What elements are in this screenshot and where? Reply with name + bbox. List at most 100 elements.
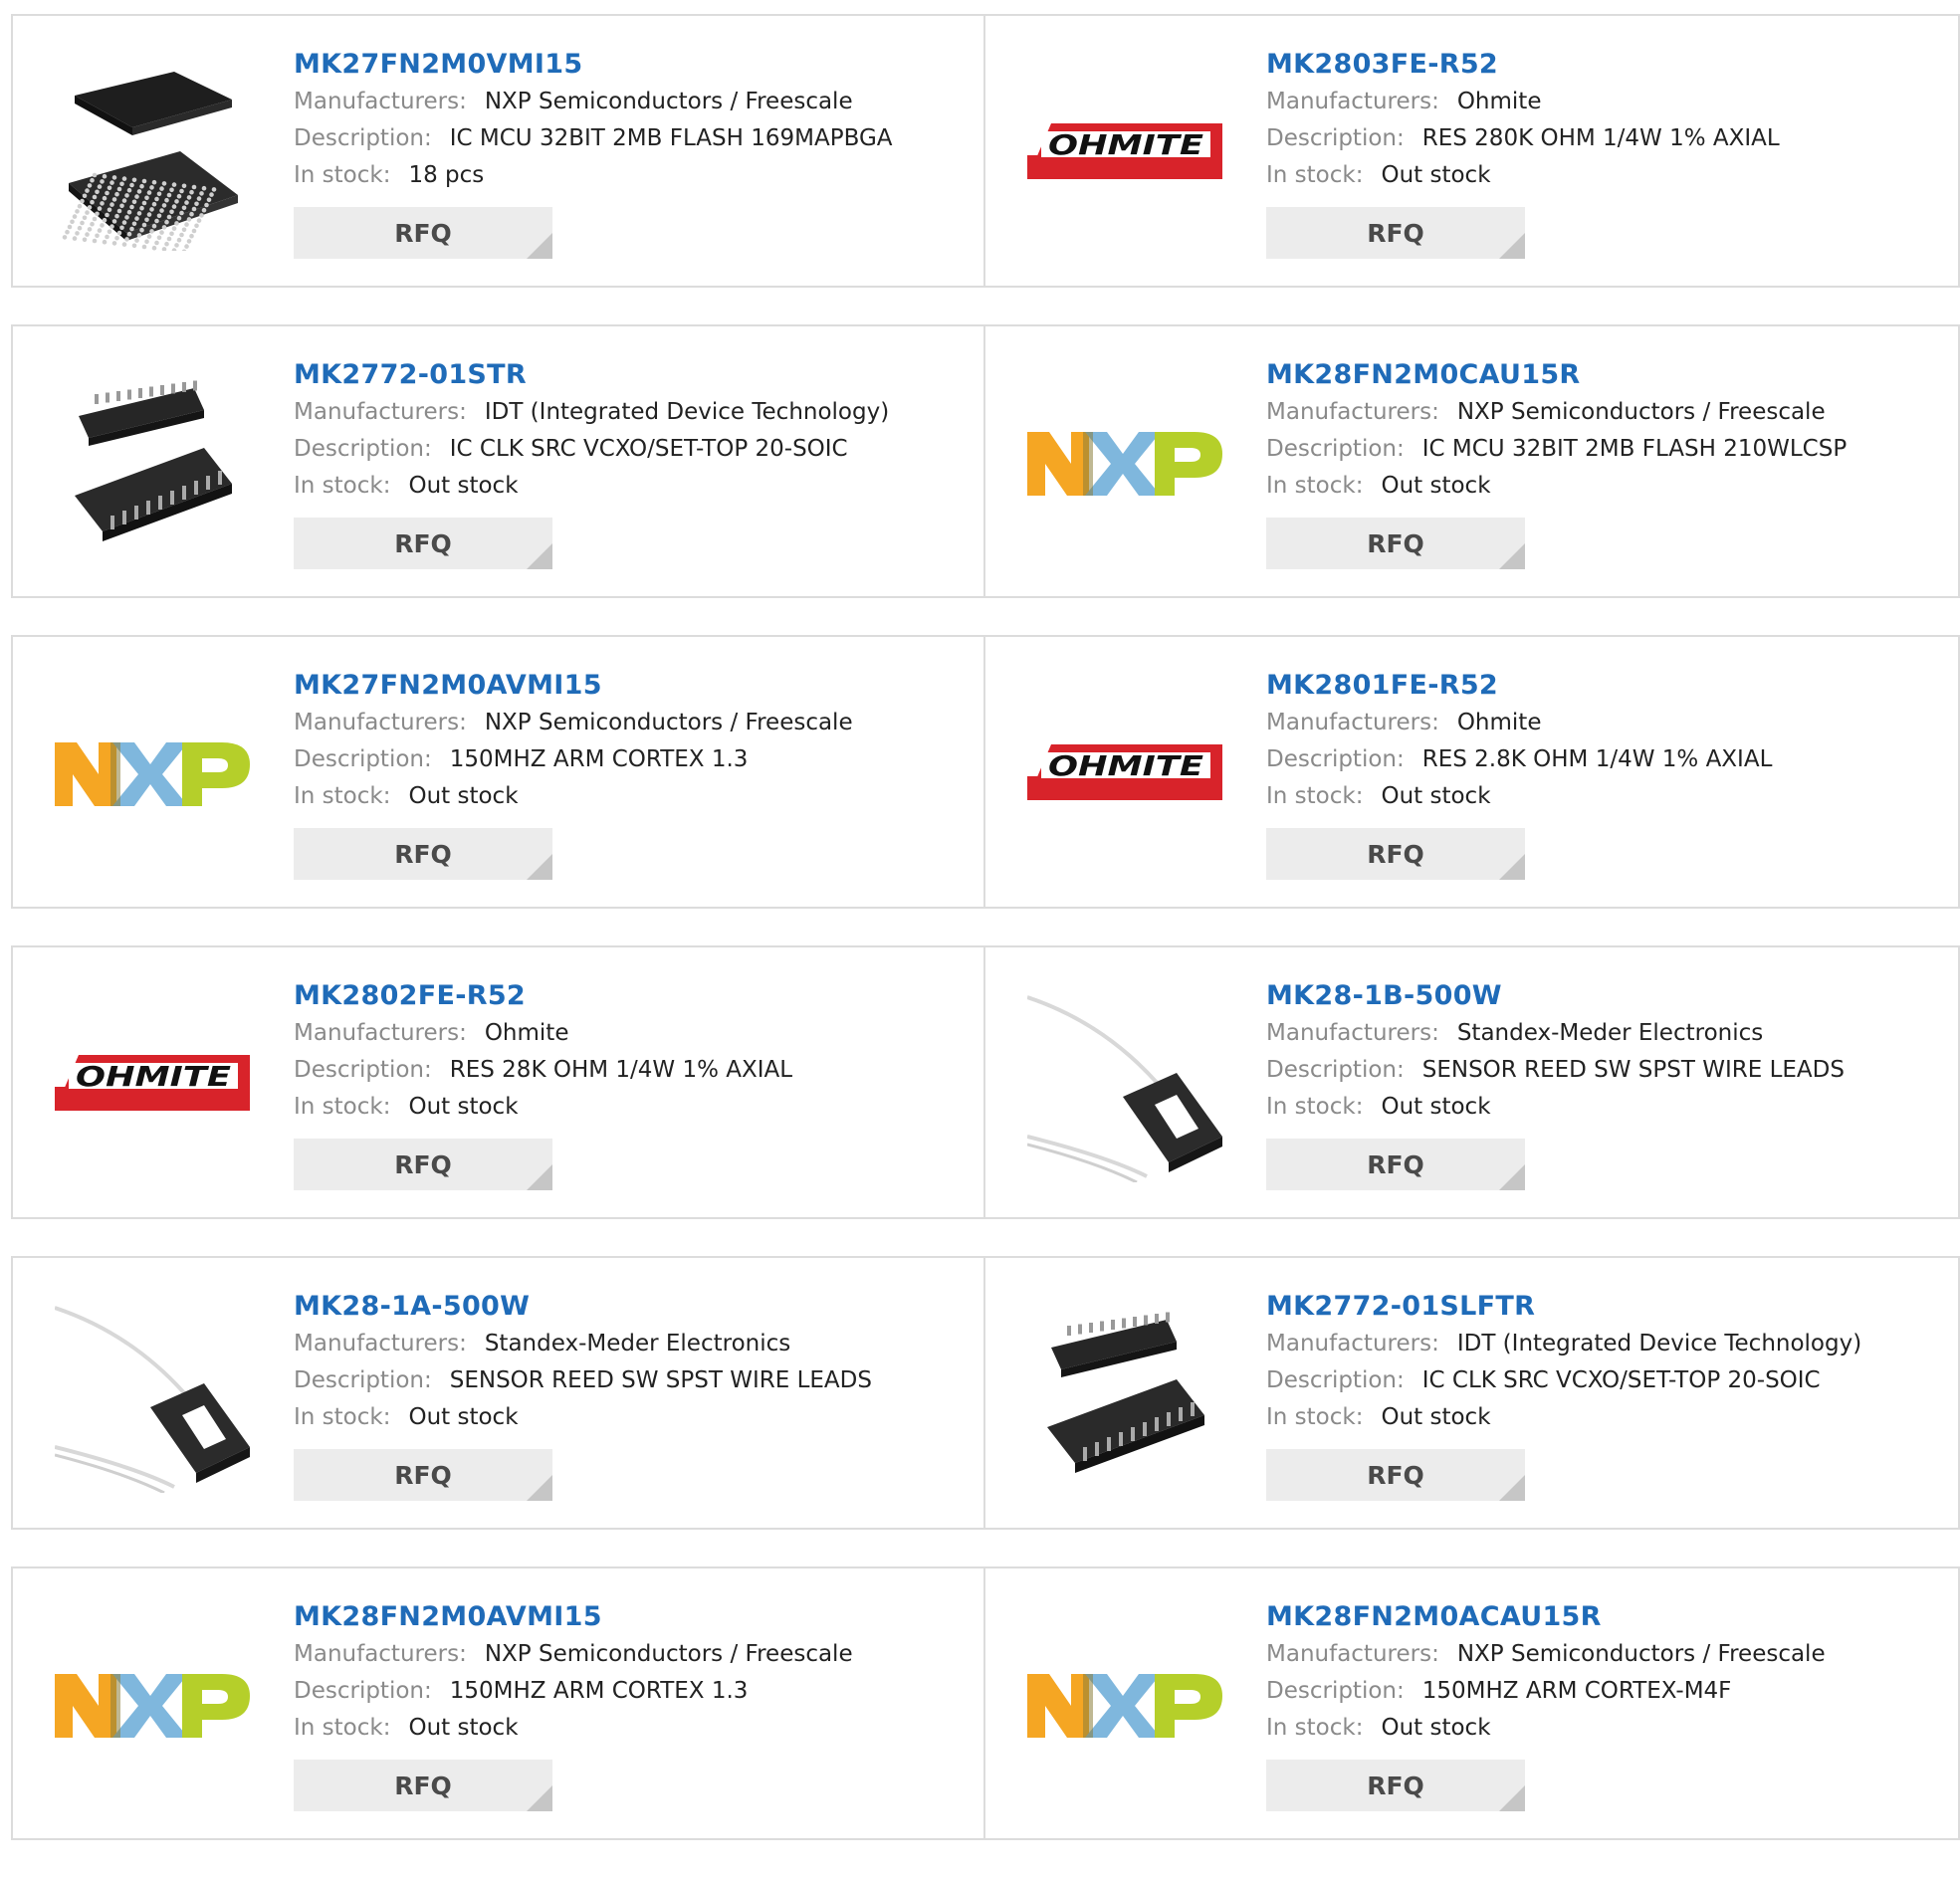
stock-value: Out stock xyxy=(1381,1094,1491,1120)
part-number-link[interactable]: MK2801FE-R52 xyxy=(1266,667,1938,705)
product-image[interactable] xyxy=(53,1606,252,1805)
stock-row: In stock: Out stock xyxy=(1266,157,1938,194)
description-row: Description: IC MCU 32BIT 2MB FLASH 169MA… xyxy=(294,120,964,157)
product-card: MK2772-01SLFTR Manufacturers: IDT (Integr… xyxy=(983,1256,1960,1530)
manufacturer-row: Manufacturers: Standex-Meder Electronics xyxy=(1266,1015,1938,1052)
corner-accent xyxy=(527,543,552,569)
soic-chip-icon xyxy=(75,380,232,541)
part-number-link[interactable]: MK27FN2M0VMI15 xyxy=(294,46,964,84)
reed-sensor-icon xyxy=(55,1306,250,1493)
part-number-link[interactable]: MK2772-01SLFTR xyxy=(1266,1288,1938,1326)
in-stock-label: In stock: xyxy=(294,783,391,809)
stock-row: In stock: Out stock xyxy=(294,1710,964,1747)
ohmite-logo-text: OHMITE xyxy=(1048,749,1203,782)
rfq-button[interactable]: RFQ xyxy=(294,1449,552,1501)
product-image[interactable] xyxy=(1025,1296,1224,1495)
description-value: 150MHZ ARM CORTEX 1.3 xyxy=(449,746,749,772)
product-image[interactable]: OHMITE xyxy=(53,985,252,1184)
in-stock-label: In stock: xyxy=(1266,783,1364,809)
product-card: MK28FN2M0AVMI15 Manufacturers: NXP Semico… xyxy=(11,1566,985,1840)
manufacturer-row: Manufacturers: Ohmite xyxy=(1266,84,1938,120)
part-number-link[interactable]: MK2803FE-R52 xyxy=(1266,46,1938,84)
product-image[interactable] xyxy=(53,364,252,563)
manufacturers-label: Manufacturers: xyxy=(1266,1641,1439,1667)
ohmite-logo-icon: OHMITE xyxy=(1027,123,1222,179)
manufacturer-value: NXP Semiconductors / Freescale xyxy=(484,710,853,735)
rfq-button[interactable]: RFQ xyxy=(1266,1139,1525,1190)
product-card: MK27FN2M0VMI15 Manufacturers: NXP Semicon… xyxy=(11,14,985,288)
soic-chip-icon xyxy=(1047,1312,1204,1473)
product-row: MK28FN2M0AVMI15 Manufacturers: NXP Semico… xyxy=(11,1566,1960,1840)
rfq-button[interactable]: RFQ xyxy=(294,828,552,880)
description-row: Description: RES 2.8K OHM 1/4W 1% AXIAL xyxy=(1266,741,1938,778)
rfq-button[interactable]: RFQ xyxy=(1266,1449,1525,1501)
product-info: MK27FN2M0VMI15 Manufacturers: NXP Semicon… xyxy=(294,46,964,259)
corner-accent xyxy=(527,233,552,259)
rfq-button[interactable]: RFQ xyxy=(294,1139,552,1190)
product-image[interactable]: OHMITE xyxy=(1025,54,1224,253)
product-info: MK27FN2M0AVMI15 Manufacturers: NXP Semico… xyxy=(294,667,964,880)
manufacturers-label: Manufacturers: xyxy=(1266,1020,1439,1046)
part-number-link[interactable]: MK2802FE-R52 xyxy=(294,977,964,1015)
corner-accent xyxy=(1499,1785,1525,1811)
rfq-button[interactable]: RFQ xyxy=(294,1760,552,1811)
rfq-button[interactable]: RFQ xyxy=(294,518,552,569)
description-row: Description: RES 280K OHM 1/4W 1% AXIAL xyxy=(1266,120,1938,157)
product-image[interactable] xyxy=(1025,364,1224,563)
part-number-link[interactable]: MK28FN2M0ACAU15R xyxy=(1266,1598,1938,1636)
rfq-label: RFQ xyxy=(1367,839,1424,869)
part-number-link[interactable]: MK28FN2M0CAU15R xyxy=(1266,356,1938,394)
manufacturers-label: Manufacturers: xyxy=(294,1331,467,1356)
stock-value: Out stock xyxy=(408,473,519,499)
stock-value: Out stock xyxy=(1381,1715,1491,1741)
manufacturers-label: Manufacturers: xyxy=(294,399,467,425)
description-value: RES 2.8K OHM 1/4W 1% AXIAL xyxy=(1421,746,1773,772)
manufacturer-value: Ohmite xyxy=(484,1020,569,1046)
part-number-link[interactable]: MK28-1B-500W xyxy=(1266,977,1938,1015)
rfq-button[interactable]: RFQ xyxy=(294,207,552,259)
product-image[interactable]: OHMITE xyxy=(1025,675,1224,874)
in-stock-label: In stock: xyxy=(1266,1094,1364,1120)
rfq-button[interactable]: RFQ xyxy=(1266,828,1525,880)
manufacturer-value: NXP Semiconductors / Freescale xyxy=(484,89,853,114)
part-number-link[interactable]: MK27FN2M0AVMI15 xyxy=(294,667,964,705)
product-info: MK28-1A-500W Manufacturers: Standex-Meder… xyxy=(294,1288,964,1501)
description-label: Description: xyxy=(1266,436,1405,462)
manufacturer-value: NXP Semiconductors / Freescale xyxy=(1456,399,1826,425)
description-row: Description: IC CLK SRC VCXO/SET-TOP 20-S… xyxy=(1266,1362,1938,1399)
part-number-link[interactable]: MK28FN2M0AVMI15 xyxy=(294,1598,964,1636)
product-image[interactable] xyxy=(1025,1606,1224,1805)
product-image[interactable] xyxy=(53,54,252,253)
rfq-button[interactable]: RFQ xyxy=(1266,1760,1525,1811)
product-info: MK2772-01STR Manufacturers: IDT (Integrat… xyxy=(294,356,964,569)
manufacturer-row: Manufacturers: NXP Semiconductors / Frees… xyxy=(294,1636,964,1673)
product-image[interactable] xyxy=(53,675,252,874)
description-label: Description: xyxy=(294,1057,432,1083)
ohmite-logo-text: OHMITE xyxy=(76,1060,231,1093)
stock-value: Out stock xyxy=(1381,162,1491,188)
in-stock-label: In stock: xyxy=(1266,162,1364,188)
manufacturers-label: Manufacturers: xyxy=(294,710,467,735)
corner-accent xyxy=(1499,1475,1525,1501)
rfq-label: RFQ xyxy=(394,528,452,558)
product-info: MK28FN2M0ACAU15R Manufacturers: NXP Semic… xyxy=(1266,1598,1938,1811)
product-info: MK28FN2M0CAU15R Manufacturers: NXP Semico… xyxy=(1266,356,1938,569)
manufacturer-value: NXP Semiconductors / Freescale xyxy=(1456,1641,1826,1667)
description-row: Description: SENSOR REED SW SPST WIRE LEA… xyxy=(294,1362,964,1399)
manufacturers-label: Manufacturers: xyxy=(1266,89,1439,114)
rfq-label: RFQ xyxy=(1367,528,1424,558)
product-image[interactable] xyxy=(53,1296,252,1495)
description-label: Description: xyxy=(1266,125,1405,151)
corner-accent xyxy=(1499,543,1525,569)
part-number-link[interactable]: MK2772-01STR xyxy=(294,356,964,394)
stock-row: In stock: Out stock xyxy=(1266,1089,1938,1126)
product-card: MK28-1B-500W Manufacturers: Standex-Meder… xyxy=(983,945,1960,1219)
description-value: IC MCU 32BIT 2MB FLASH 210WLCSP xyxy=(1421,436,1848,462)
in-stock-label: In stock: xyxy=(1266,473,1364,499)
manufacturers-label: Manufacturers: xyxy=(1266,399,1439,425)
part-number-link[interactable]: MK28-1A-500W xyxy=(294,1288,964,1326)
product-image[interactable] xyxy=(1025,985,1224,1184)
rfq-button[interactable]: RFQ xyxy=(1266,518,1525,569)
product-row: MK28-1A-500W Manufacturers: Standex-Meder… xyxy=(11,1256,1960,1530)
rfq-button[interactable]: RFQ xyxy=(1266,207,1525,259)
